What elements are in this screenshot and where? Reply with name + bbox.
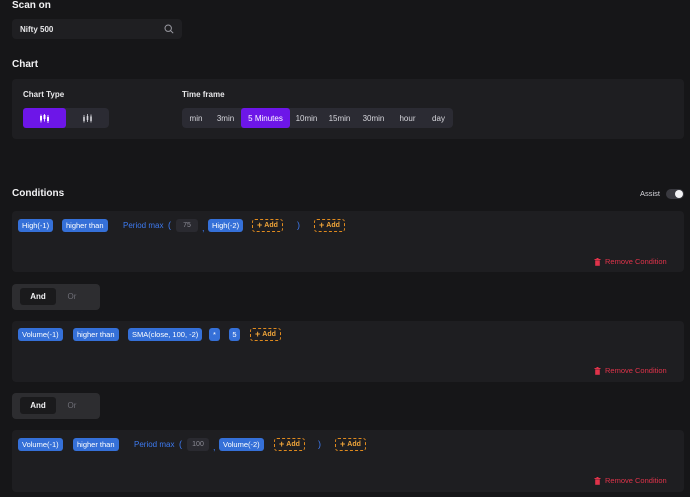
candlestick-icon — [40, 113, 49, 123]
scan-on-title: Scan on — [12, 0, 51, 11]
time-frame-3min[interactable]: 3min — [210, 108, 241, 128]
add-label: Add — [286, 441, 300, 448]
function-argument[interactable]: Volume(-2) — [219, 438, 264, 451]
condition-card-1: High(-1) higher than Period max ( 75 , H… — [12, 211, 684, 272]
condition-left-operand[interactable]: Volume(-1) — [18, 438, 63, 451]
time-frame-10min[interactable]: 10min — [290, 108, 323, 128]
time-frame-15min[interactable]: 15min — [323, 108, 356, 128]
logic-and-option[interactable]: And — [20, 288, 56, 305]
plus-icon: + — [279, 439, 285, 449]
logic-or-option[interactable]: Or — [58, 288, 86, 305]
logic-joiner-1: And Or — [12, 284, 100, 310]
logic-or-option[interactable]: Or — [58, 397, 86, 414]
plus-icon: + — [257, 220, 263, 230]
chart-type-label: Chart Type — [23, 90, 65, 99]
arg-comma: , — [202, 223, 205, 233]
plus-icon: + — [340, 439, 346, 449]
chart-section-title: Chart — [12, 59, 39, 70]
condition-left-operand[interactable]: High(-1) — [18, 219, 54, 232]
trash-icon — [594, 476, 601, 485]
time-frame-label: Time frame — [182, 90, 225, 99]
remove-condition-button[interactable]: Remove Condition — [594, 476, 667, 485]
add-label: Add — [347, 441, 361, 448]
logic-joiner-2: And Or — [12, 393, 100, 419]
condition-operator[interactable]: higher than — [62, 219, 108, 232]
chart-type-candlestick-button[interactable] — [23, 108, 66, 128]
search-icon[interactable] — [164, 24, 174, 34]
assist-toggle[interactable] — [666, 189, 684, 199]
index-search-input[interactable]: Nifty 500 — [12, 19, 182, 39]
condition-function[interactable]: Period max — [134, 440, 174, 449]
time-frame-selector: min 3min 5 Minutes 10min 15min 30min hou… — [182, 108, 453, 128]
time-frame-min[interactable]: min — [182, 108, 210, 128]
add-term-button[interactable]: + Add — [314, 219, 345, 232]
trash-icon — [594, 257, 601, 266]
logic-and-option[interactable]: And — [20, 397, 56, 414]
plus-icon: + — [319, 220, 325, 230]
open-paren: ( — [179, 439, 182, 449]
index-search-value: Nifty 500 — [20, 24, 54, 34]
close-paren: ) — [318, 439, 321, 449]
chart-type-selector — [23, 108, 109, 128]
conditions-title: Conditions — [12, 188, 65, 199]
time-frame-30min[interactable]: 30min — [356, 108, 391, 128]
add-label: Add — [264, 222, 278, 229]
assist-label: Assist — [640, 189, 661, 198]
chart-settings-panel: Chart Type Time frame min 3min 5 Minutes… — [12, 79, 684, 139]
condition-card-2: Volume(-1) higher than SMA(close, 100, -… — [12, 321, 684, 382]
ohlc-bars-icon — [83, 113, 92, 122]
add-label: Add — [262, 331, 276, 338]
multiplier-value[interactable]: 5 — [229, 328, 240, 341]
condition-left-operand[interactable]: Volume(-1) — [18, 328, 63, 341]
time-frame-hour[interactable]: hour — [391, 108, 424, 128]
function-argument[interactable]: High(-2) — [208, 219, 244, 232]
period-input[interactable]: 100 — [187, 438, 209, 451]
condition-function[interactable]: Period max — [123, 221, 163, 230]
time-frame-day[interactable]: day — [424, 108, 453, 128]
close-paren: ) — [297, 220, 300, 230]
trash-icon — [594, 366, 601, 375]
condition-operator[interactable]: higher than — [73, 328, 119, 341]
plus-icon: + — [255, 329, 261, 339]
add-term-button[interactable]: + Add — [250, 328, 281, 341]
time-frame-5-minutes[interactable]: 5 Minutes — [241, 108, 290, 128]
sma-function-chip[interactable]: SMA(close, 100, -2) — [128, 328, 203, 341]
condition-card-3: Volume(-1) higher than Period max ( 100 … — [12, 430, 684, 492]
remove-condition-label: Remove Condition — [605, 366, 667, 375]
remove-condition-button[interactable]: Remove Condition — [594, 366, 667, 375]
add-term-button[interactable]: + Add — [335, 438, 366, 451]
remove-condition-label: Remove Condition — [605, 257, 667, 266]
condition-operator[interactable]: higher than — [73, 438, 119, 451]
open-paren: ( — [168, 220, 171, 230]
add-argument-button[interactable]: + Add — [274, 438, 305, 451]
arg-comma: , — [213, 442, 216, 452]
chart-type-ohlc-button[interactable] — [66, 108, 109, 128]
multiply-operator[interactable]: * — [209, 328, 220, 341]
remove-condition-button[interactable]: Remove Condition — [594, 257, 667, 266]
remove-condition-label: Remove Condition — [605, 476, 667, 485]
add-argument-button[interactable]: + Add — [252, 219, 283, 232]
period-input[interactable]: 75 — [176, 219, 198, 232]
add-label: Add — [326, 222, 340, 229]
